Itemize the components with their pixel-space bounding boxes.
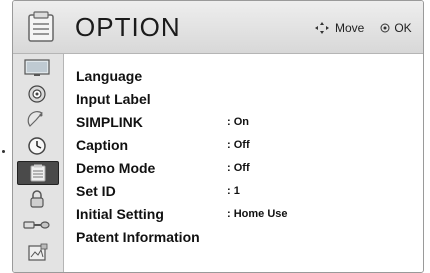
initial-setting-value: : Home Use [227, 208, 288, 220]
sidebar-item-setup[interactable] [17, 109, 57, 131]
page-marker-dot [2, 150, 5, 153]
sidebar-item-time[interactable] [17, 135, 57, 157]
menu-item-caption[interactable]: Caption [76, 137, 128, 153]
demo-mode-value: : Off [227, 162, 250, 174]
option-menu-window: OPTION Move OK Language Input Label SIMP… [12, 0, 424, 273]
menu-item-demo-mode[interactable]: Demo Mode [76, 160, 155, 176]
sidebar-item-input[interactable] [17, 214, 57, 236]
menu-header: OPTION Move OK [13, 1, 423, 54]
sidebar-item-lock[interactable] [17, 188, 57, 210]
sidebar-item-picture[interactable] [17, 57, 57, 79]
option-menu-list: Language Input Label SIMPLINK : On Capti… [64, 54, 423, 272]
option-menu-icon [28, 11, 54, 42]
usb-media-icon [28, 243, 48, 261]
sidebar-item-usb[interactable] [17, 241, 57, 263]
move-hint-label: Move [335, 21, 365, 35]
satellite-setup-icon [27, 111, 43, 127]
menu-item-initial-setting[interactable]: Initial Setting [76, 206, 164, 222]
simplink-value: : On [227, 116, 249, 128]
clock-time-icon [28, 137, 46, 155]
navigation-hint: Move OK [313, 21, 412, 35]
caption-value: : Off [227, 139, 250, 151]
set-id-value: : 1 [227, 185, 240, 197]
menu-item-language[interactable]: Language [76, 68, 142, 84]
speaker-audio-icon [28, 85, 46, 103]
page-title: OPTION [75, 12, 181, 42]
category-sidebar [13, 54, 64, 272]
input-plug-icon [23, 221, 50, 229]
lock-icon [30, 190, 44, 208]
option-menu-icon [30, 164, 46, 182]
ok-hint-label: OK [394, 21, 412, 35]
sidebar-item-option[interactable] [17, 161, 59, 185]
ok-circle-icon [380, 23, 390, 33]
menu-item-patent-information[interactable]: Patent Information [76, 229, 200, 245]
picture-monitor-icon [24, 59, 50, 76]
sidebar-item-audio[interactable] [17, 83, 57, 105]
menu-item-set-id[interactable]: Set ID [76, 183, 116, 199]
menu-item-input-label[interactable]: Input Label [76, 91, 151, 107]
dpad-icon [315, 22, 329, 34]
menu-item-simplink[interactable]: SIMPLINK [76, 114, 143, 130]
